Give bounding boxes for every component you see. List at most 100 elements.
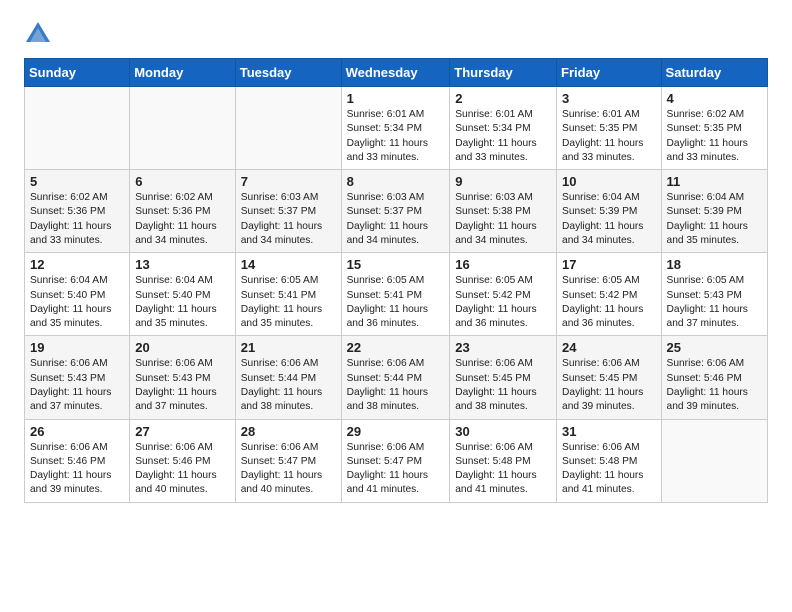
day-info: Sunrise: 6:03 AM Sunset: 5:37 PM Dayligh… <box>347 191 445 248</box>
day-number: 16 <box>455 257 551 272</box>
header <box>24 20 768 48</box>
day-info: Sunrise: 6:06 AM Sunset: 5:46 PM Dayligh… <box>667 357 762 414</box>
day-number: 7 <box>241 174 336 189</box>
day-info: Sunrise: 6:06 AM Sunset: 5:43 PM Dayligh… <box>135 357 230 414</box>
day-number: 12 <box>30 257 124 272</box>
day-info: Sunrise: 6:05 AM Sunset: 5:41 PM Dayligh… <box>241 274 336 331</box>
weekday-header-monday: Monday <box>130 59 236 87</box>
logo-icon <box>24 20 52 48</box>
day-info: Sunrise: 6:04 AM Sunset: 5:39 PM Dayligh… <box>667 191 762 248</box>
day-number: 9 <box>455 174 551 189</box>
day-info: Sunrise: 6:06 AM Sunset: 5:43 PM Dayligh… <box>30 357 124 414</box>
calendar-cell <box>235 87 341 170</box>
calendar-cell: 30Sunrise: 6:06 AM Sunset: 5:48 PM Dayli… <box>450 419 557 502</box>
weekday-header-saturday: Saturday <box>661 59 767 87</box>
day-number: 22 <box>347 340 445 355</box>
calendar-cell: 5 Sunrise: 6:02 AM Sunset: 5:36 PM Daylig… <box>25 170 130 253</box>
calendar-cell: 19 Sunrise: 6:06 AM Sunset: 5:43 PM Dayli… <box>25 336 130 419</box>
calendar-cell: 2 Sunrise: 6:01 AM Sunset: 5:34 PM Daylig… <box>450 87 557 170</box>
weekday-header-wednesday: Wednesday <box>341 59 450 87</box>
day-info: Sunrise: 6:06 AM Sunset: 5:45 PM Dayligh… <box>455 357 551 414</box>
page: SundayMondayTuesdayWednesdayThursdayFrid… <box>0 0 792 519</box>
calendar-cell: 28 Sunrise: 6:06 AM Sunset: 5:47 PM Dayli… <box>235 419 341 502</box>
calendar-cell: 8Sunrise: 6:03 AM Sunset: 5:37 PM Daylig… <box>341 170 450 253</box>
day-number: 25 <box>667 340 762 355</box>
calendar-cell: 11Sunrise: 6:04 AM Sunset: 5:39 PM Dayli… <box>661 170 767 253</box>
calendar-cell: 24Sunrise: 6:06 AM Sunset: 5:45 PM Dayli… <box>557 336 662 419</box>
day-info: Sunrise: 6:05 AM Sunset: 5:43 PM Dayligh… <box>667 274 762 331</box>
day-info: Sunrise: 6:06 AM Sunset: 5:48 PM Dayligh… <box>455 441 551 498</box>
calendar-cell: 16 Sunrise: 6:05 AM Sunset: 5:42 PM Dayli… <box>450 253 557 336</box>
calendar-cell: 10Sunrise: 6:04 AM Sunset: 5:39 PM Dayli… <box>557 170 662 253</box>
weekday-header-tuesday: Tuesday <box>235 59 341 87</box>
calendar-cell: 20 Sunrise: 6:06 AM Sunset: 5:43 PM Dayli… <box>130 336 236 419</box>
day-number: 2 <box>455 91 551 106</box>
day-number: 1 <box>347 91 445 106</box>
day-number: 26 <box>30 424 124 439</box>
calendar-cell: 17Sunrise: 6:05 AM Sunset: 5:42 PM Dayli… <box>557 253 662 336</box>
day-number: 21 <box>241 340 336 355</box>
day-info: Sunrise: 6:04 AM Sunset: 5:40 PM Dayligh… <box>135 274 230 331</box>
calendar-cell: 31Sunrise: 6:06 AM Sunset: 5:48 PM Dayli… <box>557 419 662 502</box>
calendar-cell: 13 Sunrise: 6:04 AM Sunset: 5:40 PM Dayli… <box>130 253 236 336</box>
day-info: Sunrise: 6:02 AM Sunset: 5:36 PM Dayligh… <box>30 191 124 248</box>
day-number: 29 <box>347 424 445 439</box>
calendar-table: SundayMondayTuesdayWednesdayThursdayFrid… <box>24 58 768 503</box>
calendar-week-2: 5 Sunrise: 6:02 AM Sunset: 5:36 PM Daylig… <box>25 170 768 253</box>
calendar-header-row: SundayMondayTuesdayWednesdayThursdayFrid… <box>25 59 768 87</box>
day-info: Sunrise: 6:06 AM Sunset: 5:48 PM Dayligh… <box>562 441 656 498</box>
day-info: Sunrise: 6:06 AM Sunset: 5:44 PM Dayligh… <box>347 357 445 414</box>
weekday-header-sunday: Sunday <box>25 59 130 87</box>
day-info: Sunrise: 6:04 AM Sunset: 5:40 PM Dayligh… <box>30 274 124 331</box>
calendar-cell: 18Sunrise: 6:05 AM Sunset: 5:43 PM Dayli… <box>661 253 767 336</box>
calendar-cell: 26 Sunrise: 6:06 AM Sunset: 5:46 PM Dayli… <box>25 419 130 502</box>
weekday-header-thursday: Thursday <box>450 59 557 87</box>
day-info: Sunrise: 6:05 AM Sunset: 5:42 PM Dayligh… <box>562 274 656 331</box>
calendar-cell: 25 Sunrise: 6:06 AM Sunset: 5:46 PM Dayli… <box>661 336 767 419</box>
day-number: 23 <box>455 340 551 355</box>
calendar-cell: 4 Sunrise: 6:02 AM Sunset: 5:35 PM Daylig… <box>661 87 767 170</box>
day-info: Sunrise: 6:01 AM Sunset: 5:34 PM Dayligh… <box>455 108 551 165</box>
day-info: Sunrise: 6:04 AM Sunset: 5:39 PM Dayligh… <box>562 191 656 248</box>
calendar-cell: 7 Sunrise: 6:03 AM Sunset: 5:37 PM Daylig… <box>235 170 341 253</box>
day-info: Sunrise: 6:05 AM Sunset: 5:42 PM Dayligh… <box>455 274 551 331</box>
logo <box>24 20 56 48</box>
calendar-cell: 27 Sunrise: 6:06 AM Sunset: 5:46 PM Dayli… <box>130 419 236 502</box>
calendar-cell: 15 Sunrise: 6:05 AM Sunset: 5:41 PM Dayli… <box>341 253 450 336</box>
calendar-week-3: 12 Sunrise: 6:04 AM Sunset: 5:40 PM Dayli… <box>25 253 768 336</box>
calendar-week-1: 1 Sunrise: 6:01 AM Sunset: 5:34 PM Daylig… <box>25 87 768 170</box>
day-info: Sunrise: 6:02 AM Sunset: 5:36 PM Dayligh… <box>135 191 230 248</box>
day-info: Sunrise: 6:02 AM Sunset: 5:35 PM Dayligh… <box>667 108 762 165</box>
calendar-cell: 12 Sunrise: 6:04 AM Sunset: 5:40 PM Dayli… <box>25 253 130 336</box>
day-number: 4 <box>667 91 762 106</box>
calendar-cell: 21 Sunrise: 6:06 AM Sunset: 5:44 PM Dayli… <box>235 336 341 419</box>
day-number: 15 <box>347 257 445 272</box>
day-number: 20 <box>135 340 230 355</box>
day-number: 13 <box>135 257 230 272</box>
day-info: Sunrise: 6:06 AM Sunset: 5:47 PM Dayligh… <box>241 441 336 498</box>
calendar-week-4: 19 Sunrise: 6:06 AM Sunset: 5:43 PM Dayli… <box>25 336 768 419</box>
calendar-cell: 1 Sunrise: 6:01 AM Sunset: 5:34 PM Daylig… <box>341 87 450 170</box>
day-info: Sunrise: 6:06 AM Sunset: 5:44 PM Dayligh… <box>241 357 336 414</box>
calendar-cell: 3 Sunrise: 6:01 AM Sunset: 5:35 PM Daylig… <box>557 87 662 170</box>
day-info: Sunrise: 6:01 AM Sunset: 5:34 PM Dayligh… <box>347 108 445 165</box>
day-info: Sunrise: 6:06 AM Sunset: 5:46 PM Dayligh… <box>30 441 124 498</box>
day-number: 19 <box>30 340 124 355</box>
day-number: 28 <box>241 424 336 439</box>
day-number: 5 <box>30 174 124 189</box>
day-info: Sunrise: 6:01 AM Sunset: 5:35 PM Dayligh… <box>562 108 656 165</box>
day-info: Sunrise: 6:06 AM Sunset: 5:46 PM Dayligh… <box>135 441 230 498</box>
weekday-header-friday: Friday <box>557 59 662 87</box>
calendar-cell <box>25 87 130 170</box>
day-number: 27 <box>135 424 230 439</box>
day-info: Sunrise: 6:05 AM Sunset: 5:41 PM Dayligh… <box>347 274 445 331</box>
day-info: Sunrise: 6:03 AM Sunset: 5:37 PM Dayligh… <box>241 191 336 248</box>
calendar-cell: 22 Sunrise: 6:06 AM Sunset: 5:44 PM Dayli… <box>341 336 450 419</box>
day-number: 14 <box>241 257 336 272</box>
day-number: 6 <box>135 174 230 189</box>
day-info: Sunrise: 6:06 AM Sunset: 5:47 PM Dayligh… <box>347 441 445 498</box>
day-number: 3 <box>562 91 656 106</box>
calendar-cell: 6 Sunrise: 6:02 AM Sunset: 5:36 PM Daylig… <box>130 170 236 253</box>
calendar-week-5: 26 Sunrise: 6:06 AM Sunset: 5:46 PM Dayli… <box>25 419 768 502</box>
calendar-cell: 14 Sunrise: 6:05 AM Sunset: 5:41 PM Dayli… <box>235 253 341 336</box>
